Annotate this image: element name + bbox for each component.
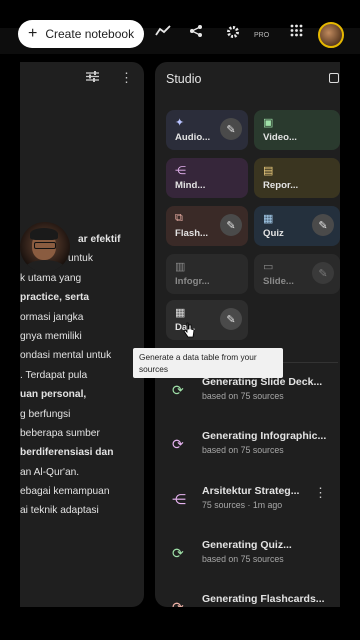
notes-panel: ⋮ ar efektif untuk k utama yang practice… (20, 62, 144, 607)
tile-label: Mind... (175, 180, 206, 191)
note-line: ormasi jangka (20, 311, 84, 323)
sync-icon: ⟳ (172, 599, 184, 607)
note-line: ebagai kemampuan (20, 486, 110, 498)
mind-map-icon: ⋲ (172, 491, 186, 507)
note-line: gnya memiliki (20, 330, 82, 342)
webcam-overlay (20, 222, 70, 272)
create-notebook-label: Create notebook (45, 27, 135, 41)
note-line: berdiferensiasi dan (20, 447, 114, 459)
tile-label: Flash... (175, 228, 209, 239)
tile-label: Slide... (263, 276, 294, 287)
video-icon: ▣ (263, 117, 274, 129)
note-line: beberapa sumber (20, 427, 100, 439)
flashcards-tile[interactable]: ⧉ Flash... ✎ (166, 206, 248, 246)
edit-icon[interactable]: ✎ (312, 262, 334, 284)
more-vert-icon[interactable]: ⋮ (314, 485, 327, 501)
plus-icon: + (28, 25, 38, 42)
tile-label: Video... (263, 132, 297, 143)
note-line: ai teknik adaptasi (20, 505, 99, 517)
sync-icon: ⟳ (172, 382, 184, 398)
edit-icon[interactable]: ✎ (220, 308, 242, 330)
mind-map-tile[interactable]: ⋲ Mind... (166, 158, 248, 198)
note-line: an Al-Qur'an. (20, 466, 80, 478)
item-title: Generating Infographic... (202, 430, 327, 442)
studio-title: Studio (166, 72, 202, 86)
quiz-tile[interactable]: ▦ Quiz ✎ (254, 206, 340, 246)
tile-label: Audio... (175, 132, 211, 143)
edit-icon[interactable]: ✎ (312, 214, 334, 236)
list-item[interactable]: ⟳ Generating Infographic... based on 75 … (155, 426, 340, 468)
notes-header: ⋮ (20, 62, 144, 92)
reports-tile[interactable]: ▤ Repor... (254, 158, 340, 198)
note-line: practice, serta (20, 292, 90, 304)
slide-deck-icon: ▭ (263, 261, 274, 273)
item-title: Generating Quiz... (202, 539, 292, 551)
pro-badge: PRO (254, 32, 270, 39)
item-subtitle: based on 75 sources (202, 391, 284, 401)
more-vert-icon[interactable]: ⋮ (120, 70, 133, 86)
apps-grid-icon[interactable] (290, 24, 303, 40)
data-table-tile[interactable]: ▦ Da... ✎ (166, 300, 248, 340)
tile-label: Repor... (263, 180, 299, 191)
list-item[interactable]: ⟳ Generating Slide Deck... based on 75 s… (155, 372, 340, 414)
reports-icon: ▤ (263, 165, 274, 177)
note-line: . Terdapat pula (20, 369, 88, 381)
user-avatar[interactable] (318, 22, 344, 48)
list-item[interactable]: ⋲ Arsitektur Strateg... 75 sources · 1m … (155, 481, 340, 523)
tile-label: Quiz (263, 228, 284, 239)
sync-icon: ⟳ (172, 545, 184, 561)
note-text: ar efektif untuk k utama yang practice, … (20, 230, 144, 521)
quiz-icon: ▦ (263, 213, 274, 225)
infographic-tile[interactable]: ▥ Infogr... (166, 254, 248, 294)
edit-icon[interactable]: ✎ (220, 118, 242, 140)
note-line: g berfungsi (20, 408, 71, 420)
share-icon[interactable] (189, 24, 203, 41)
tune-icon[interactable] (86, 71, 99, 85)
note-line: uan personal, (20, 389, 87, 401)
edit-icon[interactable]: ✎ (220, 214, 242, 236)
data-table-icon: ▦ (175, 307, 186, 319)
slide-deck-tile[interactable]: ▭ Slide... ✎ (254, 254, 340, 294)
item-title: Arsitektur Strateg... (202, 485, 300, 497)
list-item[interactable]: ⟳ Generating Quiz... based on 75 sources (155, 535, 340, 577)
video-overview-tile[interactable]: ▣ Video... (254, 110, 340, 150)
item-subtitle: 75 sources · 1m ago (202, 500, 283, 510)
audio-icon: ✦ (175, 117, 185, 129)
tile-label: Infogr... (175, 276, 210, 287)
data-table-tooltip: Generate a data table from your sources (133, 348, 283, 378)
analytics-icon[interactable] (155, 24, 171, 41)
audio-overview-tile[interactable]: ✦ Audio... ✎ (166, 110, 248, 150)
note-line: ondasi mental untuk (20, 350, 112, 362)
top-bar: + Create notebook PRO (0, 20, 360, 54)
infographic-icon: ▥ (175, 261, 186, 273)
flashcards-icon: ⧉ (175, 212, 183, 224)
collapse-panel-icon[interactable] (329, 73, 339, 83)
item-title: Generating Flashcards... (202, 593, 325, 605)
settings-icon[interactable] (225, 24, 241, 43)
mind-map-icon: ⋲ (175, 165, 186, 177)
item-subtitle: based on 75 sources (202, 445, 284, 455)
create-notebook-button[interactable]: + Create notebook (18, 20, 144, 48)
item-subtitle: based on 75 sources (202, 554, 284, 564)
list-item[interactable]: ⟳ Generating Flashcards... (155, 589, 340, 607)
sync-icon: ⟳ (172, 436, 184, 452)
